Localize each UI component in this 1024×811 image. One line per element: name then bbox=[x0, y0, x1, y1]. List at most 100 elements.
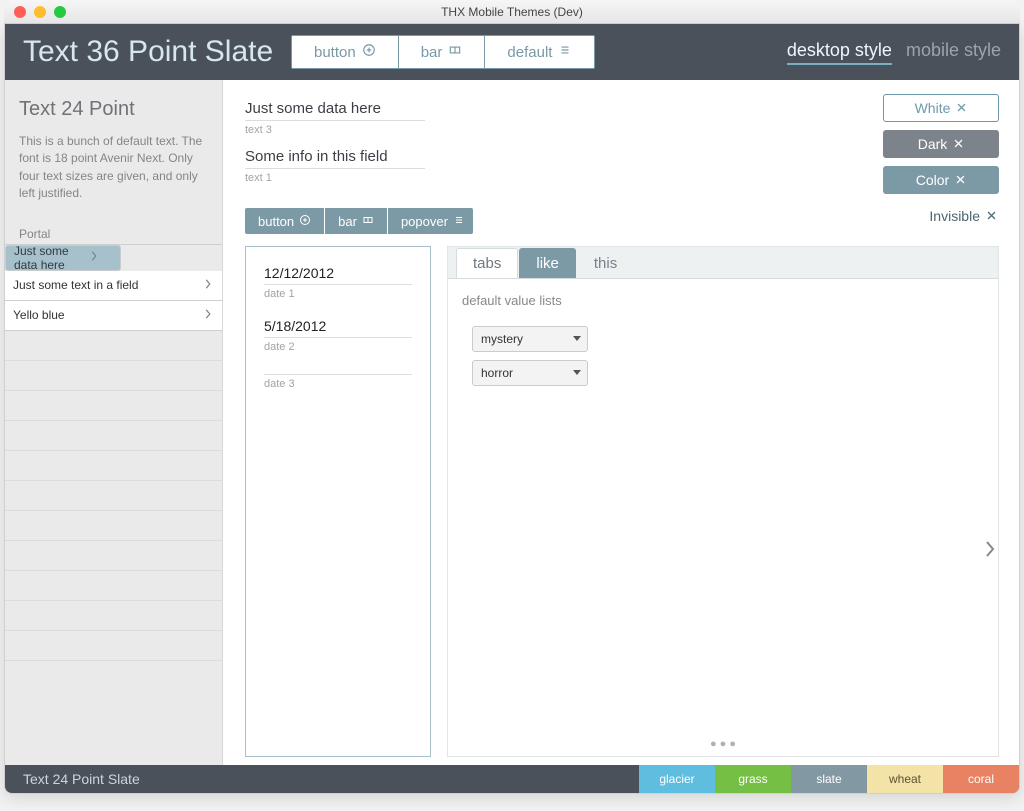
portal-row-empty bbox=[5, 631, 222, 661]
portal-row-empty bbox=[5, 511, 222, 541]
portal-row-empty bbox=[5, 451, 222, 481]
portal-row-text: Just some data here bbox=[14, 244, 90, 272]
mac-titlebar: THX Mobile Themes (Dev) bbox=[4, 0, 1020, 24]
portal-row-text: Yello blue bbox=[13, 308, 65, 322]
pill-white[interactable]: White bbox=[883, 94, 999, 122]
tab-body: default value lists mystery horror ● ● ● bbox=[448, 279, 998, 756]
body: Text 24 Point This is a bunch of default… bbox=[5, 80, 1019, 765]
field-value[interactable]: Some info in this field bbox=[245, 146, 425, 169]
list-icon bbox=[453, 214, 465, 229]
portal-list: Just some data here Just some text in a … bbox=[5, 244, 222, 661]
chevron-right-icon bbox=[204, 278, 212, 293]
close-icon bbox=[986, 208, 997, 224]
label: Invisible bbox=[929, 208, 980, 224]
swatch-wheat[interactable]: wheat bbox=[867, 765, 943, 793]
header-button-group: button bar default bbox=[291, 35, 595, 69]
select-horror[interactable]: horror bbox=[472, 360, 588, 386]
portal-row[interactable]: Just some data here bbox=[5, 245, 121, 271]
portal-row-empty bbox=[5, 391, 222, 421]
pill-color[interactable]: Color bbox=[883, 166, 999, 194]
footer-title: Text 24 Point Slate bbox=[23, 771, 140, 787]
slate-button-bar[interactable]: bar bbox=[325, 208, 388, 234]
field-label: text 1 bbox=[245, 169, 425, 184]
tab-like[interactable]: like bbox=[519, 248, 576, 278]
date-label: date 2 bbox=[264, 338, 412, 353]
style-tabs: desktop style mobile style bbox=[787, 40, 1001, 65]
main-panel: White Dark Color Invisible Just some dat… bbox=[223, 80, 1019, 765]
tab-this[interactable]: this bbox=[577, 248, 634, 278]
swatch-grass[interactable]: grass bbox=[715, 765, 791, 793]
close-icon bbox=[956, 100, 967, 116]
label: White bbox=[915, 100, 951, 116]
label: bar bbox=[338, 214, 357, 229]
chevron-right-icon bbox=[204, 308, 212, 323]
portal-row-empty bbox=[5, 481, 222, 511]
label: Dark bbox=[918, 136, 948, 152]
header-band: Text 36 Point Slate button bar default d… bbox=[5, 24, 1019, 80]
page-title: Text 36 Point Slate bbox=[23, 35, 291, 69]
sidebar: Text 24 Point This is a bunch of default… bbox=[5, 80, 223, 765]
date-label: date 3 bbox=[264, 375, 412, 390]
label: button bbox=[258, 214, 294, 229]
next-page-button[interactable] bbox=[984, 539, 1004, 563]
card-row: 12/12/2012date 1 5/18/2012date 2 date 3 … bbox=[245, 246, 999, 757]
portal-row[interactable]: Just some text in a field bbox=[5, 271, 222, 301]
swatch-bar: glacier grass slate wheat coral bbox=[639, 765, 1019, 793]
close-icon bbox=[955, 172, 966, 188]
portal-row-empty bbox=[5, 361, 222, 391]
tab-card: tabs like this default value lists myste… bbox=[447, 246, 999, 757]
date-card: 12/12/2012date 1 5/18/2012date 2 date 3 bbox=[245, 246, 431, 757]
traffic-close-icon[interactable] bbox=[14, 6, 26, 18]
close-icon bbox=[953, 136, 964, 152]
chevron-right-icon bbox=[90, 250, 98, 265]
slate-button-button[interactable]: button bbox=[245, 208, 325, 234]
traffic-zoom-icon[interactable] bbox=[54, 6, 66, 18]
rect-icon bbox=[448, 43, 462, 61]
label: popover bbox=[401, 214, 448, 229]
header-button-button[interactable]: button bbox=[292, 36, 398, 68]
select-mystery[interactable]: mystery bbox=[472, 326, 588, 352]
plus-circle-icon bbox=[362, 43, 376, 61]
tab-body-label: default value lists bbox=[462, 293, 984, 308]
app-window: Text 36 Point Slate button bar default d… bbox=[4, 24, 1020, 794]
portal-row-empty bbox=[5, 421, 222, 451]
swatch-slate[interactable]: slate bbox=[791, 765, 867, 793]
pill-invisible[interactable]: Invisible bbox=[929, 202, 999, 230]
theme-pill-column: White Dark Color Invisible bbox=[883, 94, 999, 230]
swatch-glacier[interactable]: glacier bbox=[639, 765, 715, 793]
traffic-minimize-icon[interactable] bbox=[34, 6, 46, 18]
swatch-coral[interactable]: coral bbox=[943, 765, 1019, 793]
sidebar-paragraph: This is a bunch of default text. The fon… bbox=[5, 133, 222, 227]
portal-row-empty bbox=[5, 331, 222, 361]
window-title: THX Mobile Themes (Dev) bbox=[4, 5, 1020, 19]
date-value[interactable]: 12/12/2012 bbox=[264, 265, 412, 285]
slate-button-group: button bar popover bbox=[245, 208, 473, 234]
portal-row[interactable]: Yello blue bbox=[5, 301, 222, 331]
style-tab-desktop[interactable]: desktop style bbox=[787, 40, 892, 65]
rect-icon bbox=[362, 214, 374, 229]
style-tab-mobile[interactable]: mobile style bbox=[906, 40, 1001, 65]
portal-row-empty bbox=[5, 571, 222, 601]
label: button bbox=[314, 44, 356, 61]
pill-dark[interactable]: Dark bbox=[883, 130, 999, 158]
list-icon bbox=[558, 43, 572, 61]
label: Color bbox=[916, 172, 949, 188]
label: default bbox=[507, 44, 552, 61]
portal-row-text: Just some text in a field bbox=[13, 278, 138, 292]
tab-tabs[interactable]: tabs bbox=[456, 248, 518, 278]
label: bar bbox=[421, 44, 443, 61]
sidebar-title: Text 24 Point bbox=[5, 98, 222, 133]
tab-bar: tabs like this bbox=[448, 247, 998, 279]
footer: Text 24 Point Slate glacier grass slate … bbox=[5, 765, 1019, 793]
header-button-bar[interactable]: bar bbox=[398, 36, 485, 68]
header-button-default[interactable]: default bbox=[484, 36, 594, 68]
portal-row-empty bbox=[5, 601, 222, 631]
field-value[interactable]: Just some data here bbox=[245, 98, 425, 121]
slate-button-popover[interactable]: popover bbox=[388, 208, 473, 234]
date-label: date 1 bbox=[264, 285, 412, 300]
portal-row-empty bbox=[5, 541, 222, 571]
portal-label: Portal bbox=[5, 227, 222, 244]
plus-circle-icon bbox=[299, 214, 311, 229]
field-label: text 3 bbox=[245, 121, 425, 136]
date-value[interactable]: 5/18/2012 bbox=[264, 318, 412, 338]
